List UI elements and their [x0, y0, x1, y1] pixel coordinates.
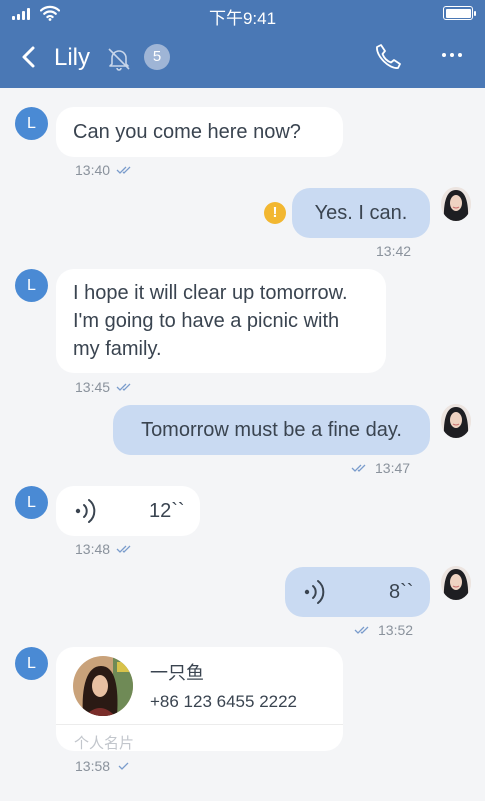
contact-avatar[interactable]: L [15, 107, 48, 140]
voice-message-out[interactable]: 8`` [285, 567, 430, 617]
message-time: 13:58 [75, 758, 111, 774]
message-bubble-out[interactable]: Tomorrow must be a fine day. [113, 405, 430, 455]
card-phone: +86 123 6455 2222 [150, 692, 298, 711]
navbar: Lily 5 [0, 30, 485, 88]
mute-bell-icon[interactable] [106, 46, 132, 72]
message-meta: 13:42 [376, 243, 411, 259]
contact-avatar[interactable]: L [15, 647, 48, 680]
user-avatar[interactable] [441, 187, 471, 221]
status-time: 下午9:41 [208, 9, 277, 28]
user-avatar[interactable] [441, 566, 471, 600]
card-name: 一只鱼 [150, 663, 204, 683]
card-divider [56, 724, 343, 725]
back-icon[interactable] [14, 42, 44, 72]
read-check-icon [351, 464, 366, 472]
read-check-icon [116, 383, 131, 391]
message-text: Yes. I can. [314, 202, 408, 224]
message-text-line: I hope it will clear up tomorrow. [73, 282, 348, 304]
message-meta: 13:48 [75, 541, 134, 557]
message-time: 13:40 [75, 162, 111, 178]
read-check-icon [116, 166, 131, 174]
read-check-icon [116, 545, 131, 553]
voice-duration: 8`` [389, 581, 414, 603]
message-meta: 13:40 [75, 162, 134, 178]
message-meta: 13:47 [351, 460, 410, 476]
message-meta: 13:52 [354, 622, 413, 638]
send-failed-icon[interactable]: ! [264, 202, 286, 224]
voice-wave-icon [304, 580, 325, 604]
status-bar: 下午9:41 [0, 0, 485, 30]
sent-check-icon [118, 762, 129, 770]
message-time: 13:52 [378, 622, 414, 638]
phone-icon[interactable] [373, 42, 403, 72]
message-meta: 13:58 [75, 758, 134, 774]
message-text: Can you come here now? [73, 121, 301, 143]
read-check-icon [354, 626, 369, 634]
message-text: Tomorrow must be a fine day. [141, 419, 402, 441]
message-bubble-in[interactable]: I hope it will clear up tomorrow. I'm go… [56, 269, 386, 373]
message-time: 13:42 [376, 243, 412, 259]
card-type-label: 个人名片 [74, 735, 135, 752]
message-text-line: I'm going to have a picnic with [73, 310, 340, 332]
message-time: 13:45 [75, 379, 111, 395]
message-meta: 13:45 [75, 379, 134, 395]
contact-avatar[interactable]: L [15, 486, 48, 519]
voice-duration: 12`` [149, 500, 185, 522]
contact-avatar[interactable]: L [15, 269, 48, 302]
contact-card[interactable]: 一只鱼 +86 123 6455 2222 个人名片 [56, 647, 343, 752]
message-time: 13:48 [75, 541, 111, 557]
unread-badge: 5 [144, 44, 170, 70]
user-avatar[interactable] [441, 404, 471, 438]
message-time: 13:47 [375, 460, 411, 476]
voice-message-in[interactable]: 12`` [56, 486, 200, 536]
card-avatar [73, 656, 133, 716]
voice-wave-icon [75, 499, 96, 523]
chat-title: Lily [54, 44, 91, 71]
battery-icon [443, 6, 476, 20]
message-bubble-in[interactable]: Can you come here now? [56, 107, 343, 157]
message-bubble-out[interactable]: Yes. I can. [292, 188, 430, 238]
message-text-line: my family. [73, 338, 162, 360]
header: 下午9:41 Lily 5 [0, 0, 485, 88]
more-icon[interactable] [442, 53, 462, 57]
